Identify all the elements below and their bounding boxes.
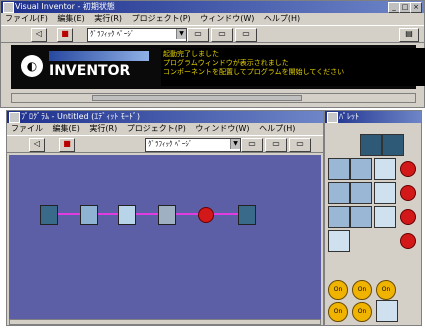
banner-line-1: 起動完了しました [163, 50, 219, 58]
palette-title-bar: ﾊﾟﾚｯﾄ [325, 111, 421, 123]
palette-item-stop-3[interactable] [400, 209, 416, 225]
prog-chevron-down-icon: ▼ [230, 139, 240, 149]
end-block-icon[interactable] [238, 205, 256, 225]
banner: ◐ INVENTOR 起動完了しました プログラムウィンドウが表示されました コ… [11, 45, 425, 89]
palette-item-device-6[interactable] [350, 206, 372, 228]
process-block-icon[interactable] [158, 205, 176, 225]
menu-edit[interactable]: 編集(E) [57, 14, 84, 23]
main-window-title: Visual Inventor - 初期状態 [15, 2, 115, 11]
page-select-value: ｸﾞﾗﾌｨｯｸ ﾍﾟｰｼﾞ [90, 30, 135, 38]
prog-menu-help[interactable]: ヘルプ(H) [259, 124, 295, 133]
prog-menu-edit[interactable]: 編集(E) [53, 124, 80, 133]
program-menu-bar: ファイル 編集(E) 実行(R) プロジェクト(P) ウィンドウ(W) ヘルプ(… [7, 123, 323, 135]
banner-message: 起動完了しました プログラムウィンドウが表示されました コンポーネントを配置して… [161, 48, 425, 86]
palette-item-switch-2[interactable]: On [352, 280, 372, 300]
layout-icon-3[interactable]: ▭ [235, 28, 257, 42]
palette-title: ﾊﾟﾚｯﾄ [339, 112, 359, 121]
sensor-block-icon[interactable] [118, 205, 136, 225]
prog-layout-icon-1[interactable]: ▭ [241, 138, 263, 152]
prog-menu-file[interactable]: ファイル [11, 124, 43, 133]
palette-icon [327, 112, 338, 123]
palette-item-device-2[interactable] [350, 158, 372, 180]
palette-item-misc[interactable] [376, 300, 398, 322]
scroll-thumb[interactable] [92, 95, 302, 101]
main-window: Visual Inventor - 初期状態 _ □ × ファイル(F) 編集(… [0, 0, 425, 108]
palette-item-switch-5[interactable]: On [352, 302, 372, 322]
palette-item-stop-2[interactable] [400, 185, 416, 201]
program-title-bar: ﾌﾟﾛｸﾞﾗﾑ - Untitled (ｴﾃﾞｨｯﾄ ﾓｰﾄﾞ) [7, 111, 323, 123]
palette-item-device-4[interactable] [350, 182, 372, 204]
inventor-logo-icon: ◐ [21, 55, 43, 77]
prog-layout-icon-3[interactable]: ▭ [289, 138, 311, 152]
prog-stop-icon[interactable]: ■ [59, 138, 75, 152]
program-icon [9, 112, 20, 123]
prog-layout-icon-2[interactable]: ▭ [265, 138, 287, 152]
app-icon [3, 2, 14, 13]
banner-logo-text: INVENTOR [49, 63, 131, 79]
prog-menu-project[interactable]: プロジェクト(P) [127, 124, 186, 133]
program-toolbar: ◁ ■ ｸﾞﾗﾌｨｯｸ ﾍﾟｰｼﾞ ▼ ▭ ▭ ▭ [7, 135, 323, 153]
close-button[interactable]: × [410, 2, 422, 13]
prog-page-select-value: ｸﾞﾗﾌｨｯｸ ﾍﾟｰｼﾞ [148, 140, 193, 148]
menu-project[interactable]: プロジェクト(P) [132, 14, 191, 23]
back-arrow-icon[interactable]: ◁ [31, 28, 47, 42]
prog-page-select[interactable]: ｸﾞﾗﾌｨｯｸ ﾍﾟｰｼﾞ ▼ [145, 138, 241, 152]
main-title-bar: Visual Inventor - 初期状態 _ □ × [1, 1, 424, 13]
palette-item-sensor-2[interactable] [374, 182, 396, 204]
palette-item-switch-3[interactable]: On [376, 280, 396, 300]
layout-icon-1[interactable]: ▭ [187, 28, 209, 42]
start-block-icon[interactable] [40, 205, 58, 225]
palette-item-stop-1[interactable] [400, 161, 416, 177]
prog-menu-window[interactable]: ウィンドウ(W) [195, 124, 249, 133]
side-panel-icon[interactable]: ▤ [399, 28, 419, 42]
prog-menu-run[interactable]: 実行(R) [89, 124, 117, 133]
palette-item-switch-4[interactable]: On [328, 302, 348, 322]
logo-stripe [49, 51, 149, 61]
page-select[interactable]: ｸﾞﾗﾌｨｯｸ ﾍﾟｰｼﾞ ▼ [87, 28, 187, 42]
palette-item-device-1[interactable] [328, 158, 350, 180]
prog-back-arrow-icon[interactable]: ◁ [29, 138, 45, 152]
palette-item-switch-1[interactable]: On [328, 280, 348, 300]
stop-icon[interactable]: ■ [57, 28, 73, 42]
menu-file[interactable]: ファイル(F) [5, 14, 48, 23]
menu-run[interactable]: 実行(R) [94, 14, 122, 23]
program-horizontal-scrollbar[interactable] [9, 319, 321, 325]
main-menu-bar: ファイル(F) 編集(E) 実行(R) プロジェクト(P) ウィンドウ(W) ヘ… [1, 13, 424, 25]
stop-block-icon[interactable] [198, 207, 214, 223]
main-horizontal-scrollbar[interactable] [11, 93, 416, 103]
device-block-icon[interactable] [80, 205, 98, 225]
menu-help[interactable]: ヘルプ(H) [264, 14, 300, 23]
palette-item-sensor-4[interactable] [328, 230, 350, 252]
palette-item-device-5[interactable] [328, 206, 350, 228]
program-window-title: ﾌﾟﾛｸﾞﾗﾑ - Untitled (ｴﾃﾞｨｯﾄ ﾓｰﾄﾞ) [21, 112, 140, 121]
palette-item-sensor-3[interactable] [374, 206, 396, 228]
menu-window[interactable]: ウィンドウ(W) [200, 14, 254, 23]
chevron-down-icon: ▼ [176, 29, 186, 39]
main-toolbar: ◁ ■ ｸﾞﾗﾌｨｯｸ ﾍﾟｰｼﾞ ▼ ▭ ▭ ▭ ▤ [1, 25, 424, 43]
palette-item-device-3[interactable] [328, 182, 350, 204]
palette-item-start[interactable] [360, 134, 382, 156]
program-canvas[interactable] [9, 155, 321, 319]
palette-item-stop-4[interactable] [400, 233, 416, 249]
palette-item-sensor-1[interactable] [374, 158, 396, 180]
banner-line-3: コンポーネントを配置してプログラムを開始してください [163, 68, 345, 76]
layout-icon-2[interactable]: ▭ [211, 28, 233, 42]
palette-item-end[interactable] [382, 134, 404, 156]
banner-line-2: プログラムウィンドウが表示されました [163, 59, 289, 67]
